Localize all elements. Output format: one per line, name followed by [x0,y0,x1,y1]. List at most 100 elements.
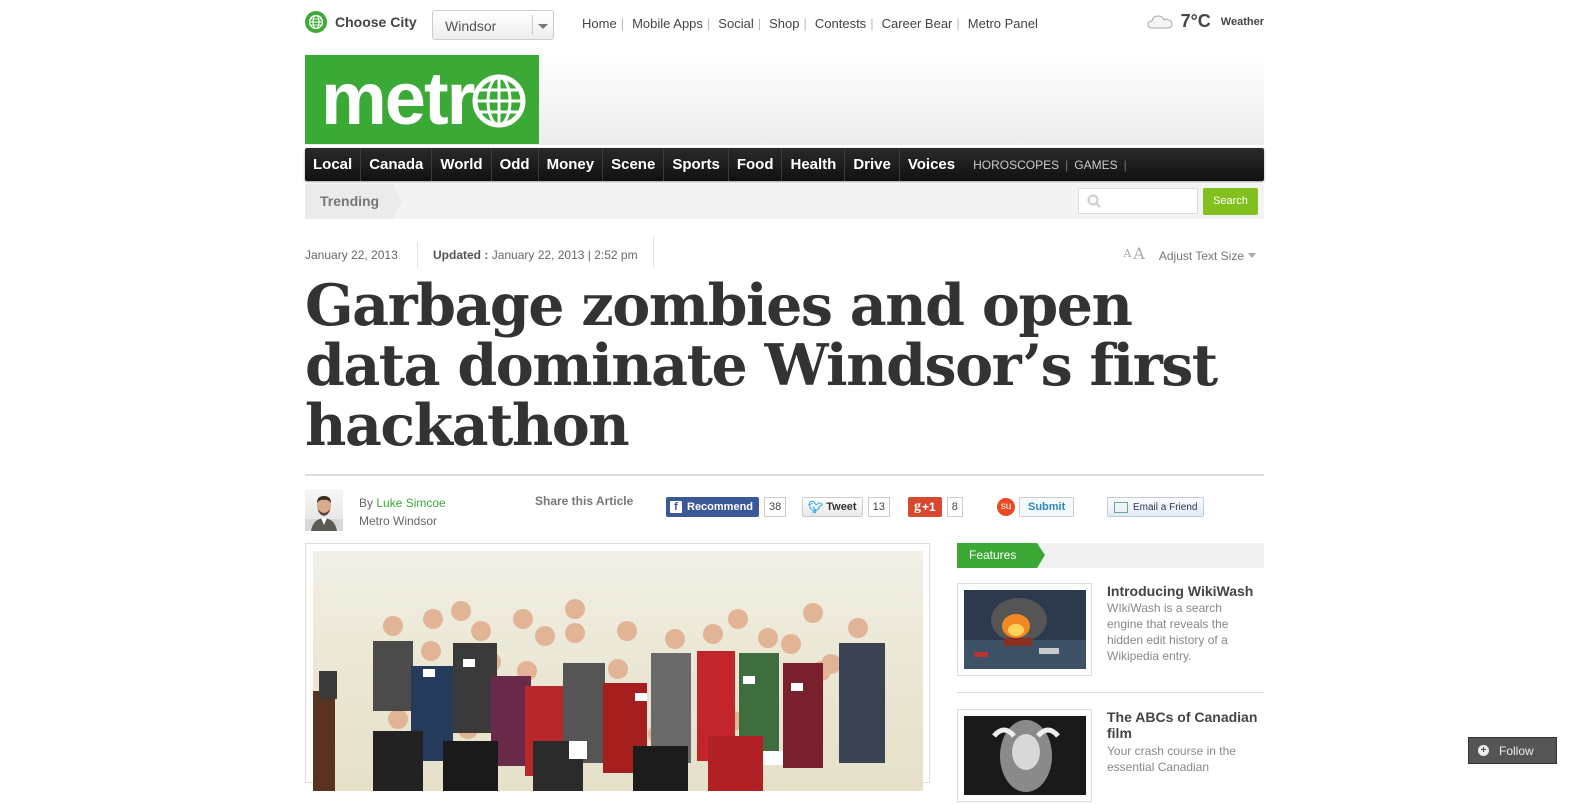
search-field[interactable] [1078,188,1199,214]
feature-item[interactable]: The ABCs of Canadian film Your crash cou… [957,709,1264,804]
adjust-text-size[interactable]: Adjust Text Size [1159,249,1244,263]
twitter-share: 🐦︎ Tweet 13 [802,497,890,517]
article-headline: Garbage zombies and open data dominate W… [305,272,1218,459]
gplus-count: 8 [946,497,963,517]
feature-image [964,590,1086,669]
text-size-large[interactable]: A [1133,244,1145,263]
nav-scene[interactable]: Scene [603,148,665,181]
main-nav: Local Canada World Odd Money Scene Sport… [305,148,1264,181]
choose-city-label: Choose City [335,14,417,30]
nav-canada[interactable]: Canada [361,148,433,181]
nav-horoscopes[interactable]: HOROSCOPES [967,158,1065,172]
city-select[interactable]: Windsor [432,10,554,40]
updated-label: Updated : [433,248,489,262]
feature-description: WIkiWash is a search engine that reveals… [1107,601,1229,663]
gplus-g-icon: g [914,499,921,514]
feature-title[interactable]: Introducing WikiWash [1107,583,1264,599]
nav-drive[interactable]: Drive [845,148,900,181]
outlet-name: Metro Windsor [359,514,438,528]
feature-description: Your crash course in the essential Canad… [1107,744,1236,774]
nav-money[interactable]: Money [539,148,604,181]
logo-text: metr [321,57,475,140]
nav-games[interactable]: GAMES [1068,158,1123,172]
email-friend-button[interactable]: Email a Friend [1107,497,1205,517]
gplus-share: g +1 8 [908,497,963,517]
feature-thumbnail[interactable] [957,709,1092,802]
follow-button[interactable]: + Follow [1468,737,1557,764]
temperature: 7°C [1180,11,1211,31]
top-nav-home[interactable]: Home [582,16,617,31]
nav-local[interactable]: Local [305,148,362,181]
article-photo[interactable] [313,551,923,791]
chevron-down-icon [532,15,553,35]
masthead: metr [305,55,1264,145]
text-size-small[interactable]: A [1123,247,1131,260]
nav-odd[interactable]: Odd [492,148,539,181]
byline: By Luke Simcoe Metro Windsor [359,494,446,530]
twitter-bird-icon: 🐦︎ [808,500,824,514]
chevron-down-icon [1248,253,1256,258]
nav-world[interactable]: World [432,148,492,181]
tweet-label: Tweet [826,501,857,513]
top-nav-career-bear[interactable]: Career Bear [882,16,953,31]
nav-sports[interactable]: Sports [664,148,729,181]
email-share: Email a Friend [1107,497,1205,517]
gplus-button[interactable]: g +1 [908,497,942,517]
top-nav-contests[interactable]: Contests [815,16,866,31]
by-label: By [359,496,374,510]
author-link[interactable]: Luke Simcoe [376,496,445,510]
email-label: Email a Friend [1133,501,1198,513]
feature-image [964,716,1086,795]
features-tab[interactable]: Features [957,543,1045,568]
plus-icon: + [1478,745,1489,756]
search-button[interactable]: Search [1203,188,1258,215]
weather-link[interactable]: Weather [1221,16,1264,28]
city-select-value: Windsor [445,18,497,34]
share-label: Share this Article [535,494,634,508]
oil-rig-fire-illustration [964,590,1086,669]
nav-voices[interactable]: Voices [900,148,963,181]
divider [305,474,1264,476]
stumbleupon-share: su Submit [997,497,1075,517]
search-input[interactable] [1105,193,1199,209]
updated-date: Updated : January 22, 2013 | 2:52 pm [433,248,638,262]
metro-logo[interactable]: metr [305,55,539,144]
divider [653,236,654,268]
facebook-icon: f [670,501,682,513]
gplus-label: +1 [922,500,936,514]
article-meta: January 22, 2013 Updated : January 22, 2… [305,236,1264,268]
top-nav: Home | Mobile Apps | Social | Shop | Contest… [582,16,1038,31]
updated-value: January 22, 2013 | 2:52 pm [491,248,638,262]
divider [417,242,418,268]
facebook-label: Recommend [687,501,754,513]
stumbleupon-submit-button[interactable]: Submit [1019,497,1075,517]
top-bar: Choose City Windsor Home | Mobile Apps | S… [305,8,1264,42]
globe-icon [305,11,327,33]
publish-date: January 22, 2013 [305,248,398,262]
follow-label: Follow [1499,743,1534,758]
nav-health[interactable]: Health [782,148,846,181]
group-photo-illustration [313,599,885,791]
search-icon [1087,194,1101,208]
weather-widget[interactable]: 7°C Weather [1147,11,1264,32]
top-nav-shop[interactable]: Shop [769,16,799,31]
text-size-control[interactable]: A A Adjust Text Size [1123,244,1256,263]
cloud-icon [1147,14,1173,28]
top-nav-metro-panel[interactable]: Metro Panel [968,16,1038,31]
nav-separator: | [1123,157,1127,172]
feature-item[interactable]: Introducing WikiWash WIkiWash is a searc… [957,583,1264,678]
envelope-icon [1114,501,1128,513]
film-still-illustration [964,716,1086,795]
feature-thumbnail[interactable] [957,583,1092,676]
top-nav-mobile-apps[interactable]: Mobile Apps [632,16,703,31]
feature-title[interactable]: The ABCs of Canadian film [1107,709,1264,741]
top-nav-social[interactable]: Social [718,16,753,31]
tweet-count: 13 [867,497,890,517]
nav-food[interactable]: Food [729,148,783,181]
tweet-button[interactable]: 🐦︎ Tweet [802,497,863,517]
choose-city[interactable]: Choose City [305,11,417,33]
article-photo-frame [305,543,930,791]
author-avatar[interactable] [305,489,343,531]
facebook-share: f Recommend 38 [666,497,787,517]
facebook-recommend-button[interactable]: f Recommend [666,497,760,517]
